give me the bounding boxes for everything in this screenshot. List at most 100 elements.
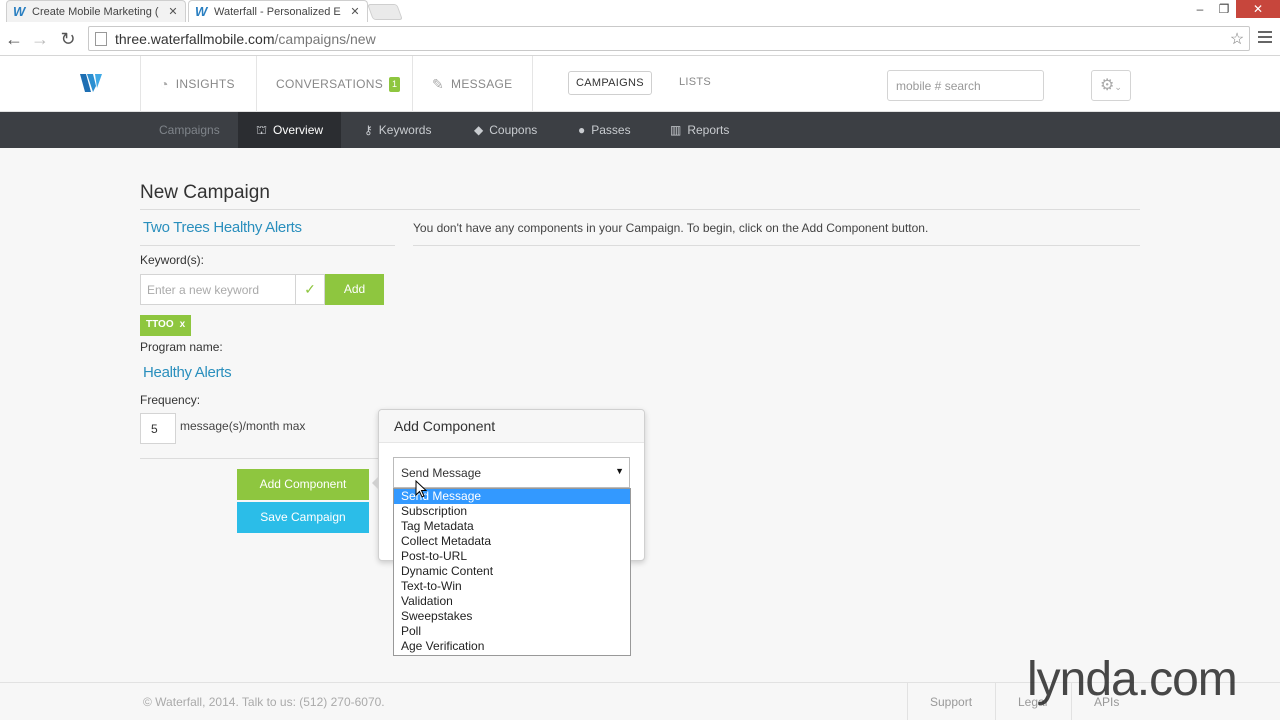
apple-icon: ● bbox=[578, 123, 586, 137]
dropdown-option[interactable]: Post-to-URL bbox=[394, 549, 630, 564]
dropdown-option[interactable]: Dynamic Content bbox=[394, 564, 630, 579]
subnav-coupons[interactable]: ◆ Coupons bbox=[474, 112, 537, 148]
reload-icon[interactable]: ↻ bbox=[58, 29, 78, 49]
divider bbox=[413, 245, 1140, 246]
dropdown-caret-icon: ▼ bbox=[615, 466, 624, 476]
subnav-campaigns[interactable]: Campaigns bbox=[159, 112, 220, 148]
add-component-button[interactable]: Add Component bbox=[237, 469, 369, 500]
browser-tab[interactable]: W Create Mobile Marketing ( ✕ bbox=[6, 0, 186, 22]
compose-icon: ✎ bbox=[432, 75, 445, 92]
dropdown-option[interactable]: Send Message bbox=[394, 489, 630, 504]
url-text: three.waterfallmobile.com/campaigns/new bbox=[115, 31, 1225, 47]
dropdown-option[interactable]: Sweepstakes bbox=[394, 609, 630, 624]
browser-menu-icon[interactable] bbox=[1258, 31, 1272, 46]
save-campaign-button[interactable]: Save Campaign bbox=[237, 502, 369, 533]
subnav-reports[interactable]: ▥ Reports bbox=[670, 112, 729, 148]
sitemap-icon: ⛫ bbox=[256, 123, 268, 137]
close-tab-icon[interactable]: ✕ bbox=[167, 5, 179, 18]
component-type-dropdown[interactable]: Send Message Subscription Tag Metadata C… bbox=[393, 488, 631, 656]
popover-title: Add Component bbox=[379, 410, 644, 443]
nav-message[interactable]: ✎ MESSAGE bbox=[432, 56, 512, 112]
dashboard-icon: ◔ bbox=[160, 76, 169, 92]
forward-arrow-icon[interactable]: → bbox=[30, 29, 50, 49]
close-window-icon[interactable]: ✕ bbox=[1236, 0, 1280, 18]
subnav-keywords-label: Keywords bbox=[378, 123, 432, 137]
nav-insights-label: INSIGHTS bbox=[175, 77, 235, 91]
dropdown-option[interactable]: Collect Metadata bbox=[394, 534, 630, 549]
lynda-favicon-icon: W bbox=[13, 3, 26, 19]
chevron-down-icon: ⌄ bbox=[1114, 82, 1122, 92]
back-arrow-icon[interactable]: ← bbox=[4, 29, 24, 49]
close-tab-icon[interactable]: ✕ bbox=[349, 5, 361, 18]
bar-chart-icon: ▥ bbox=[670, 123, 682, 137]
mouse-cursor-icon bbox=[415, 480, 427, 498]
frequency-unit: message(s)/month max bbox=[180, 419, 306, 433]
remove-tag-icon[interactable]: x bbox=[180, 319, 186, 330]
check-icon[interactable]: ✓ bbox=[296, 274, 325, 305]
popover-arrow bbox=[372, 476, 379, 490]
dropdown-option[interactable]: Age Verification bbox=[394, 639, 630, 654]
browser-tab-strip: W Create Mobile Marketing ( ✕ W Waterfal… bbox=[0, 0, 1280, 22]
lynda-watermark: lynda.com bbox=[1027, 653, 1238, 706]
key-icon: ⚷ bbox=[364, 123, 373, 137]
browser-tab-active[interactable]: W Waterfall - Personalized E ✕ bbox=[188, 0, 368, 22]
subnav-keywords[interactable]: ⚷ Keywords bbox=[364, 112, 431, 148]
nav-campaigns[interactable]: CAMPAIGNS bbox=[568, 71, 652, 95]
subnav-coupons-label: Coupons bbox=[489, 123, 538, 137]
dropdown-option[interactable]: Tag Metadata bbox=[394, 519, 630, 534]
tab-title: Waterfall - Personalized E bbox=[214, 5, 341, 18]
add-keyword-button[interactable]: Add bbox=[325, 274, 384, 305]
subnav-reports-label: Reports bbox=[687, 123, 730, 137]
subnav-overview-label: Overview bbox=[273, 123, 324, 137]
app-header: ◔ INSIGHTS CONVERSATIONS 1 ✎ MESSAGE CAM… bbox=[0, 56, 1280, 112]
footer-support-link[interactable]: Support bbox=[907, 683, 994, 720]
nav-message-label: MESSAGE bbox=[451, 77, 513, 91]
nav-lists[interactable]: LISTS bbox=[679, 76, 711, 88]
mobile-search-input[interactable]: mobile # search bbox=[887, 70, 1044, 101]
subnav-campaigns-label: Campaigns bbox=[159, 123, 220, 137]
select-value: Send Message bbox=[401, 466, 482, 480]
empty-components-notice: You don't have any components in your Ca… bbox=[413, 221, 929, 235]
footer-copyright: © Waterfall, 2014. Talk to us: (512) 270… bbox=[143, 695, 385, 709]
dropdown-option[interactable]: Validation bbox=[394, 594, 630, 609]
divider bbox=[140, 209, 1140, 210]
nav-conversations-label: CONVERSATIONS bbox=[276, 77, 384, 91]
campaign-name[interactable]: Two Trees Healthy Alerts bbox=[143, 219, 302, 236]
waterfall-favicon-icon: W bbox=[195, 3, 208, 19]
subnav-overview[interactable]: ⛫ Overview bbox=[238, 112, 342, 148]
address-bar[interactable]: three.waterfallmobile.com/campaigns/new … bbox=[88, 26, 1250, 51]
keyword-tag: TTOO x bbox=[140, 315, 192, 336]
conversations-count-badge: 1 bbox=[389, 76, 401, 92]
keyword-input[interactable]: Enter a new keyword bbox=[140, 274, 296, 305]
subnav-passes-label: Passes bbox=[591, 123, 631, 137]
tag-icon: ◆ bbox=[474, 123, 484, 137]
settings-gear-icon[interactable]: ⚙⌄ bbox=[1091, 70, 1131, 101]
program-name-label: Program name: bbox=[140, 340, 223, 354]
restore-icon[interactable]: ❐ bbox=[1210, 0, 1238, 18]
url-host: three.waterfallmobile.com bbox=[115, 30, 275, 47]
waterfall-logo[interactable] bbox=[80, 72, 104, 94]
frequency-input[interactable]: 5 bbox=[140, 413, 176, 444]
program-name[interactable]: Healthy Alerts bbox=[143, 364, 232, 381]
divider bbox=[140, 245, 395, 246]
frequency-label: Frequency: bbox=[140, 393, 201, 407]
dropdown-option[interactable]: Poll bbox=[394, 624, 630, 639]
nav-insights[interactable]: ◔ INSIGHTS bbox=[160, 56, 235, 112]
keyword-tag-label: TTOO bbox=[146, 319, 174, 330]
dropdown-option[interactable]: Text-to-Win bbox=[394, 579, 630, 594]
divider bbox=[140, 458, 380, 459]
component-type-select[interactable]: Send Message ▼ bbox=[393, 457, 630, 488]
subnav-passes[interactable]: ● Passes bbox=[578, 112, 631, 148]
new-tab-button[interactable] bbox=[367, 4, 403, 20]
main-content: New Campaign Two Trees Healthy Alerts Yo… bbox=[0, 148, 1280, 682]
tab-title: Create Mobile Marketing ( bbox=[32, 5, 159, 18]
nav-conversations[interactable]: CONVERSATIONS 1 bbox=[276, 56, 401, 112]
bookmark-star-icon[interactable]: ☆ bbox=[1225, 29, 1249, 49]
url-path: /campaigns/new bbox=[274, 30, 376, 47]
dropdown-option[interactable]: Subscription bbox=[394, 504, 630, 519]
page-title: New Campaign bbox=[140, 182, 270, 203]
keywords-label: Keyword(s): bbox=[140, 253, 205, 267]
browser-toolbar: ← → ↻ three.waterfallmobile.com/campaign… bbox=[0, 22, 1280, 56]
page-icon bbox=[95, 31, 107, 46]
sub-navigation: Campaigns ⛫ Overview ⚷ Keywords ◆ Coupons ●… bbox=[0, 112, 1280, 148]
